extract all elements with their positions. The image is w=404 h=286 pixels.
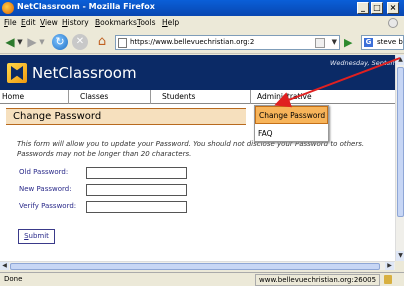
reload-button[interactable]: ↻ (52, 34, 68, 50)
home-button[interactable]: ⌂ (94, 34, 110, 50)
menu-bar: File Edit View History Bookmarks Tools H… (0, 16, 404, 30)
horizontal-scrollbar[interactable]: ◀ ▶ (0, 261, 395, 270)
status-bar: Done www.bellevuechristian.org:26005 (0, 272, 404, 286)
back-button[interactable]: ◀ (3, 34, 17, 50)
forward-button[interactable]: ▶ (25, 34, 39, 50)
verify-password-label: Verify Password: (19, 202, 77, 210)
intro-text: This form will allow you to update your … (17, 139, 387, 159)
menu-help[interactable]: Help (162, 18, 179, 27)
nav-divider (150, 90, 151, 104)
go-button[interactable]: ▶ (344, 36, 356, 49)
intro-line: Passwords may not be longer than 20 char… (17, 150, 192, 158)
menu-item-label: Change Password (259, 111, 326, 120)
navigation-toolbar: ◀ ▼ ▶ ▼ ↻ ✕ ⌂ https://www.bellevuechrist… (0, 30, 404, 54)
menu-history[interactable]: History (62, 18, 89, 27)
menu-edit[interactable]: Edit (21, 18, 36, 27)
nav-home[interactable]: Home (2, 92, 24, 101)
intro-line: This form will allow you to update your … (17, 140, 365, 148)
submit-button[interactable]: Submit (18, 229, 55, 244)
scroll-right-arrow-icon[interactable]: ▶ (385, 262, 394, 270)
vertical-scrollbar[interactable]: ▲ ▼ (395, 55, 404, 261)
status-host: www.bellevuechristian.org:26005 (255, 274, 380, 286)
browser-window: NetClassroom - Mozilla Firefox _ □ × Fil… (0, 0, 404, 286)
scroll-up-arrow-icon[interactable]: ▲ (396, 55, 404, 65)
menu-file[interactable]: File (4, 18, 17, 27)
old-password-field[interactable] (86, 167, 187, 179)
menu-item-faq[interactable]: FAQ (258, 129, 273, 138)
feed-icon[interactable] (315, 38, 325, 48)
nav-administrative[interactable]: Administrative (257, 92, 312, 101)
verify-password-field[interactable] (86, 201, 187, 213)
site-name: NetClassroom (32, 64, 137, 82)
page-icon (118, 38, 127, 48)
nav-divider (68, 90, 69, 104)
search-input[interactable]: steve balmer (377, 38, 403, 46)
horizontal-scroll-thumb[interactable] (10, 263, 380, 270)
address-bar[interactable]: https://www.bellevuechristian.org:2 ▼ (115, 35, 340, 50)
old-password-label: Old Password: (19, 168, 69, 176)
menu-tools[interactable]: Tools (137, 18, 155, 27)
site-navigation: Home Classes Students Administrative (0, 90, 395, 104)
throbber-icon (388, 18, 398, 28)
menu-view[interactable]: View (40, 18, 58, 27)
site-date: Wednesday, September (330, 59, 395, 67)
menu-bookmarks[interactable]: Bookmarks (95, 18, 137, 27)
address-text[interactable]: https://www.bellevuechristian.org:2 (130, 38, 254, 46)
minimize-button[interactable]: _ (357, 2, 369, 14)
address-dropdown[interactable]: ▼ (332, 38, 337, 46)
firefox-icon (2, 2, 14, 14)
page-heading: Change Password (6, 108, 246, 125)
status-text: Done (4, 275, 23, 283)
title-bar: NetClassroom - Mozilla Firefox _ □ × (0, 0, 404, 16)
back-history-dropdown[interactable]: ▼ (17, 34, 23, 50)
nav-students[interactable]: Students (162, 92, 195, 101)
scroll-left-arrow-icon[interactable]: ◀ (0, 262, 9, 270)
vertical-scroll-thumb[interactable] (397, 67, 404, 217)
forward-history-dropdown[interactable]: ▼ (39, 34, 45, 50)
site-header: NetClassroom Wednesday, September (0, 55, 395, 90)
scroll-down-arrow-icon[interactable]: ▼ (396, 251, 404, 261)
page-title: Change Password (13, 111, 102, 122)
new-password-field[interactable] (86, 184, 187, 196)
window-title: NetClassroom - Mozilla Firefox (17, 2, 155, 11)
stop-button[interactable]: ✕ (72, 34, 88, 50)
netclassroom-logo-icon (7, 63, 27, 83)
search-engine-icon[interactable]: G (364, 38, 373, 47)
search-box[interactable]: G steve balmer (361, 35, 404, 50)
page-content: NetClassroom Wednesday, September Home C… (0, 55, 395, 261)
maximize-button[interactable]: □ (371, 2, 383, 14)
nav-classes[interactable]: Classes (80, 92, 108, 101)
new-password-label: New Password: (19, 185, 72, 193)
lock-icon[interactable] (384, 275, 392, 284)
close-button[interactable]: × (387, 2, 399, 14)
nav-divider (250, 90, 251, 104)
administrative-dropdown-menu: Change Password FAQ (254, 105, 329, 142)
menu-item-change-password[interactable]: Change Password (255, 106, 328, 124)
